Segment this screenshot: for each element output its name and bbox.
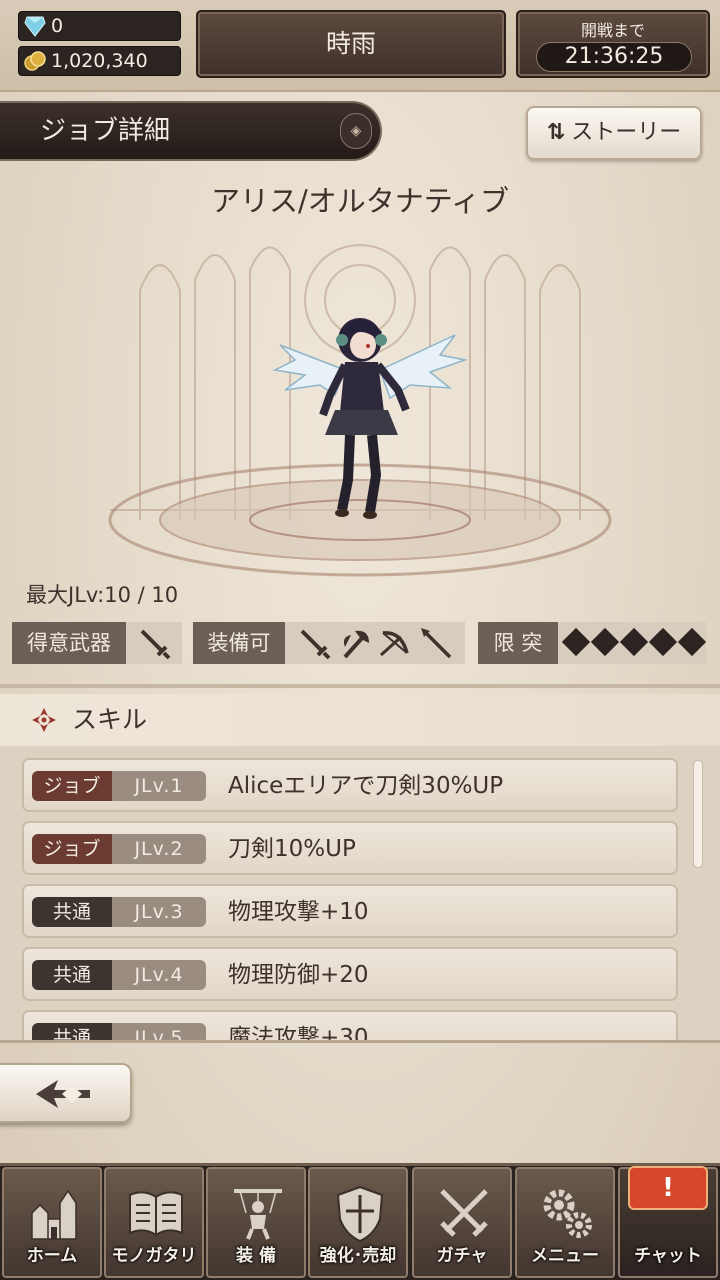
nav-home[interactable]: ホーム xyxy=(2,1167,102,1278)
back-button[interactable] xyxy=(0,1063,132,1123)
max-job-level: 最大JLv:10 / 10 xyxy=(26,583,179,607)
nav-menu[interactable]: メニュー xyxy=(515,1167,615,1278)
stage-title-plate[interactable]: 時雨 xyxy=(196,10,506,78)
skill-list-scrollbar[interactable] xyxy=(693,760,703,868)
equippable-label: 装備可 xyxy=(193,622,285,664)
story-button[interactable]: ⇅ ストーリー xyxy=(526,106,702,160)
nav-gacha[interactable]: ガチャ xyxy=(412,1167,512,1278)
limit-break-label: 限 突 xyxy=(478,622,558,664)
crossed-swords-icon xyxy=(440,1189,488,1237)
skill-level: JLv.4 xyxy=(112,960,206,990)
skill-section-title: スキル xyxy=(72,705,148,734)
skill-text: 魔法攻撃+30 xyxy=(228,1025,369,1042)
skill-row[interactable]: ジョブ JLv.2 刀剣10%UP xyxy=(22,821,678,875)
gold-value: 1,020,340 xyxy=(51,50,148,72)
nav-label: 装 備 xyxy=(236,1246,276,1266)
back-arrow-icon xyxy=(36,1080,90,1108)
gears-icon xyxy=(543,1189,592,1238)
shield-icon xyxy=(336,1185,384,1243)
sword-icon xyxy=(300,629,331,660)
skill-text: Aliceエリアで刀剣30%UP xyxy=(228,773,504,799)
skill-tag: 共通 xyxy=(32,960,112,990)
coin-icon xyxy=(24,51,46,71)
timer-label: 開戦まで xyxy=(580,21,645,40)
chat-icon[interactable]: ! xyxy=(628,1166,708,1210)
story-button-label: ストーリー xyxy=(571,120,682,145)
nav-label: チャット xyxy=(634,1246,702,1266)
gem-icon xyxy=(24,16,46,37)
book-icon xyxy=(129,1191,183,1237)
section-divider xyxy=(0,684,720,688)
emblem-icon: ◈ xyxy=(340,113,372,149)
character-stage xyxy=(108,244,612,577)
character-name: アリス/オルタナティブ xyxy=(210,184,510,218)
timer-value: 21:36:25 xyxy=(536,42,692,72)
stage-title: 時雨 xyxy=(325,29,376,58)
castle-icon xyxy=(31,1189,77,1240)
puppet-icon xyxy=(234,1189,282,1240)
bow-icon xyxy=(379,631,409,657)
nav-label: メニュー xyxy=(531,1246,599,1266)
skill-list[interactable]: ジョブ JLv.1 Aliceエリアで刀剣30%UP ジョブ JLv.2 刀剣1… xyxy=(0,746,720,1042)
gold-counter: 1,020,340 xyxy=(18,46,181,76)
skill-row[interactable]: 共通 JLv.5 魔法攻撃+30 xyxy=(22,1010,678,1042)
job-detail-header: ジョブ詳細 ◈ xyxy=(0,101,382,161)
skill-tag: ジョブ xyxy=(32,834,112,864)
skill-tag: 共通 xyxy=(32,897,112,927)
nav-label: 強化･売却 xyxy=(319,1246,397,1266)
platform xyxy=(108,463,612,577)
nav-label: ホーム xyxy=(26,1246,78,1266)
swap-arrows-icon: ⇅ xyxy=(546,120,566,145)
page-title: ジョブ詳細 xyxy=(40,116,171,146)
cross-ornament-icon xyxy=(32,708,56,732)
skill-level: JLv.3 xyxy=(112,897,206,927)
skill-level: JLv.1 xyxy=(112,771,206,801)
sword-icon xyxy=(140,629,171,660)
skill-section-header: スキル xyxy=(0,694,720,746)
chat-badge: ! xyxy=(662,1173,674,1203)
favorite-weapon-label: 得意武器 xyxy=(12,622,126,664)
nav-enhance-sell[interactable]: 強化･売却 xyxy=(308,1167,408,1278)
skill-text: 刀剣10%UP xyxy=(228,836,356,862)
nav-label: モノガタリ xyxy=(111,1246,197,1266)
nav-equipment[interactable]: 装 備 xyxy=(206,1167,306,1278)
nav-story[interactable]: モノガタリ xyxy=(104,1167,204,1278)
skill-text: 物理攻撃+10 xyxy=(228,899,369,925)
axe-icon xyxy=(343,630,369,659)
skill-row[interactable]: 共通 JLv.4 物理防御+20 xyxy=(22,947,678,1001)
nav-label: ガチャ xyxy=(436,1246,488,1266)
gem-value: 0 xyxy=(51,15,64,37)
skill-row[interactable]: ジョブ JLv.1 Aliceエリアで刀剣30%UP xyxy=(22,758,678,812)
skill-text: 物理防御+20 xyxy=(228,962,369,988)
skill-tag: ジョブ xyxy=(32,771,112,801)
list-bottom-edge xyxy=(0,1040,720,1043)
spear-icon xyxy=(421,628,452,659)
gem-counter: 0 xyxy=(18,11,181,41)
skill-level: JLv.2 xyxy=(112,834,206,864)
skill-row[interactable]: 共通 JLv.3 物理攻撃+10 xyxy=(22,884,678,938)
battle-timer[interactable]: 開戦まで 21:36:25 xyxy=(516,10,710,78)
